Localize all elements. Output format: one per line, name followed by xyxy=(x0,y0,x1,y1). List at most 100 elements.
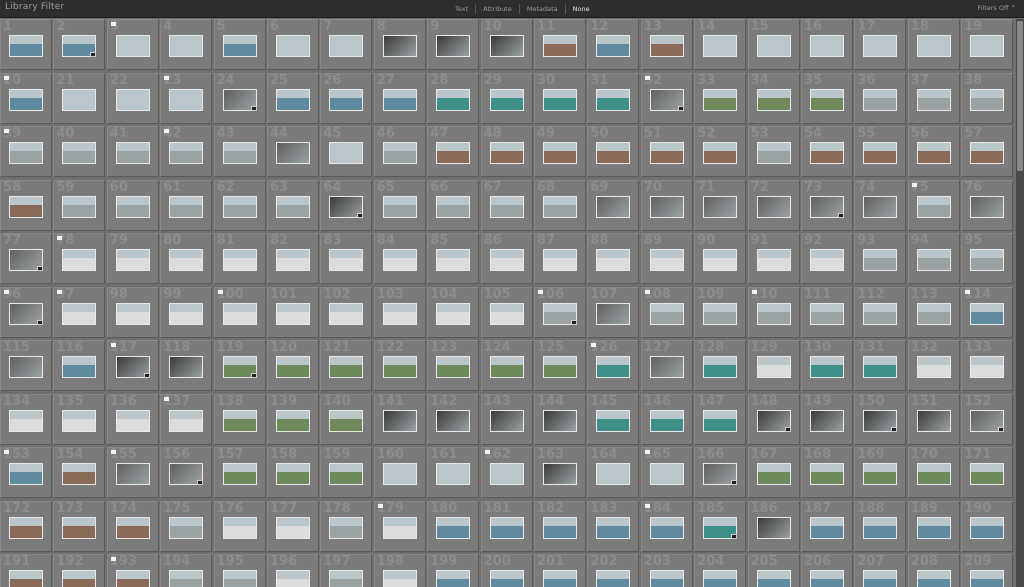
photo-cell[interactable]: 94 xyxy=(907,233,960,284)
photo-thumbnail[interactable] xyxy=(649,195,684,218)
photo-cell[interactable]: 203 xyxy=(640,554,693,587)
photo-thumbnail[interactable] xyxy=(276,463,310,485)
photo-thumbnail[interactable] xyxy=(115,570,150,587)
photo-cell[interactable]: 17 xyxy=(854,19,907,70)
photo-cell[interactable]: 28 xyxy=(427,72,480,124)
photo-thumbnail[interactable] xyxy=(810,463,844,485)
photo-cell[interactable]: 185 xyxy=(694,500,747,552)
photo-cell[interactable]: 183 xyxy=(587,500,640,552)
photo-cell[interactable]: 164 xyxy=(587,447,640,498)
photo-cell[interactable]: 116 xyxy=(53,340,106,391)
photo-thumbnail[interactable] xyxy=(9,516,43,539)
edited-badge-icon[interactable] xyxy=(731,533,738,539)
photo-cell[interactable]: 48 xyxy=(480,126,533,177)
photo-thumbnail[interactable] xyxy=(276,356,310,378)
photo-cell[interactable]: 115 xyxy=(0,340,52,391)
photo-cell[interactable]: 19 xyxy=(961,19,1014,70)
photo-cell[interactable]: 167 xyxy=(747,447,800,498)
photo-cell[interactable]: 78 xyxy=(53,233,106,284)
photo-cell[interactable]: 84 xyxy=(373,233,426,284)
photo-thumbnail[interactable] xyxy=(489,516,524,539)
photo-thumbnail[interactable] xyxy=(222,463,257,485)
photo-thumbnail[interactable] xyxy=(329,88,364,111)
photo-cell[interactable]: 92 xyxy=(801,233,853,284)
photo-thumbnail[interactable] xyxy=(222,249,257,271)
photo-thumbnail[interactable] xyxy=(382,142,417,164)
photo-cell[interactable]: 145 xyxy=(587,393,640,445)
photo-thumbnail[interactable] xyxy=(169,570,204,587)
photo-thumbnail[interactable] xyxy=(756,249,791,271)
photo-cell[interactable]: 152 xyxy=(961,393,1014,445)
photo-thumbnail[interactable] xyxy=(9,570,43,587)
photo-thumbnail[interactable] xyxy=(489,142,524,164)
photo-thumbnail[interactable] xyxy=(62,249,97,271)
pick-flag-icon[interactable] xyxy=(4,289,9,294)
pick-flag-icon[interactable] xyxy=(4,75,9,80)
photo-thumbnail[interactable] xyxy=(276,570,310,587)
photo-cell[interactable]: 178 xyxy=(320,500,373,552)
photo-cell[interactable]: 74 xyxy=(854,179,907,231)
photo-thumbnail[interactable] xyxy=(489,463,524,485)
pick-flag-icon[interactable] xyxy=(644,75,650,80)
edited-badge-icon[interactable] xyxy=(891,426,898,432)
photo-thumbnail[interactable] xyxy=(382,570,417,587)
photo-cell[interactable]: 26 xyxy=(320,72,373,124)
photo-thumbnail[interactable] xyxy=(970,195,1005,218)
photo-thumbnail[interactable] xyxy=(115,463,150,485)
photo-thumbnail[interactable] xyxy=(222,516,257,539)
photo-cell[interactable]: 54 xyxy=(801,126,853,177)
photo-thumbnail[interactable] xyxy=(436,516,471,539)
photo-thumbnail[interactable] xyxy=(115,516,150,539)
pick-flag-icon[interactable] xyxy=(538,289,543,294)
photo-cell[interactable]: 196 xyxy=(267,554,319,587)
photo-thumbnail[interactable] xyxy=(703,142,738,164)
photo-thumbnail[interactable] xyxy=(596,356,631,378)
photo-thumbnail[interactable] xyxy=(382,195,417,218)
photo-cell[interactable]: 79 xyxy=(106,233,159,284)
photo-thumbnail[interactable] xyxy=(329,249,364,271)
photo-cell[interactable]: 98 xyxy=(106,286,159,338)
photo-thumbnail[interactable] xyxy=(596,516,631,539)
photo-thumbnail[interactable] xyxy=(543,409,577,432)
photo-cell[interactable]: 90 xyxy=(694,233,747,284)
photo-cell[interactable]: 18 xyxy=(907,19,960,70)
photo-cell[interactable]: 161 xyxy=(427,447,480,498)
photo-cell[interactable]: 57 xyxy=(961,126,1014,177)
photo-thumbnail[interactable] xyxy=(489,35,524,57)
photo-thumbnail[interactable] xyxy=(382,356,417,378)
pick-flag-icon[interactable] xyxy=(164,75,170,80)
photo-thumbnail[interactable] xyxy=(649,142,684,164)
photo-cell[interactable]: 2 xyxy=(53,19,106,70)
photo-cell[interactable]: 30 xyxy=(534,72,586,124)
photo-thumbnail[interactable] xyxy=(436,249,471,271)
photo-cell[interactable]: 153 xyxy=(0,447,52,498)
photo-cell[interactable]: 162 xyxy=(480,447,533,498)
photo-thumbnail[interactable] xyxy=(916,195,951,218)
photo-thumbnail[interactable] xyxy=(489,195,524,218)
photo-thumbnail[interactable] xyxy=(489,570,524,587)
photo-thumbnail[interactable] xyxy=(169,35,204,57)
pick-flag-icon[interactable] xyxy=(4,129,9,133)
edited-badge-icon[interactable] xyxy=(677,105,684,111)
photo-cell[interactable]: 68 xyxy=(534,179,586,231)
photo-cell[interactable]: 206 xyxy=(801,554,853,587)
photo-cell[interactable]: 15 xyxy=(747,19,800,70)
photo-cell[interactable]: 180 xyxy=(427,500,480,552)
photo-cell[interactable]: 56 xyxy=(907,126,960,177)
photo-thumbnail[interactable] xyxy=(703,356,738,378)
filter-mode-attribute[interactable]: Attribute xyxy=(478,3,517,15)
photo-thumbnail[interactable] xyxy=(970,516,1005,539)
edited-badge-icon[interactable] xyxy=(357,212,364,218)
photo-cell[interactable]: 29 xyxy=(480,72,533,124)
photo-thumbnail[interactable] xyxy=(436,35,471,57)
photo-thumbnail[interactable] xyxy=(649,35,684,57)
photo-cell[interactable]: 109 xyxy=(694,286,747,338)
photo-cell[interactable]: 139 xyxy=(267,393,319,445)
photo-cell[interactable]: 112 xyxy=(854,286,907,338)
photo-cell[interactable]: 63 xyxy=(267,179,319,231)
edited-badge-icon[interactable] xyxy=(37,266,43,271)
photo-cell[interactable]: 60 xyxy=(106,179,159,231)
photo-cell[interactable]: 3 xyxy=(106,19,159,70)
photo-cell[interactable]: 192 xyxy=(53,554,106,587)
photo-cell[interactable]: 76 xyxy=(961,179,1014,231)
